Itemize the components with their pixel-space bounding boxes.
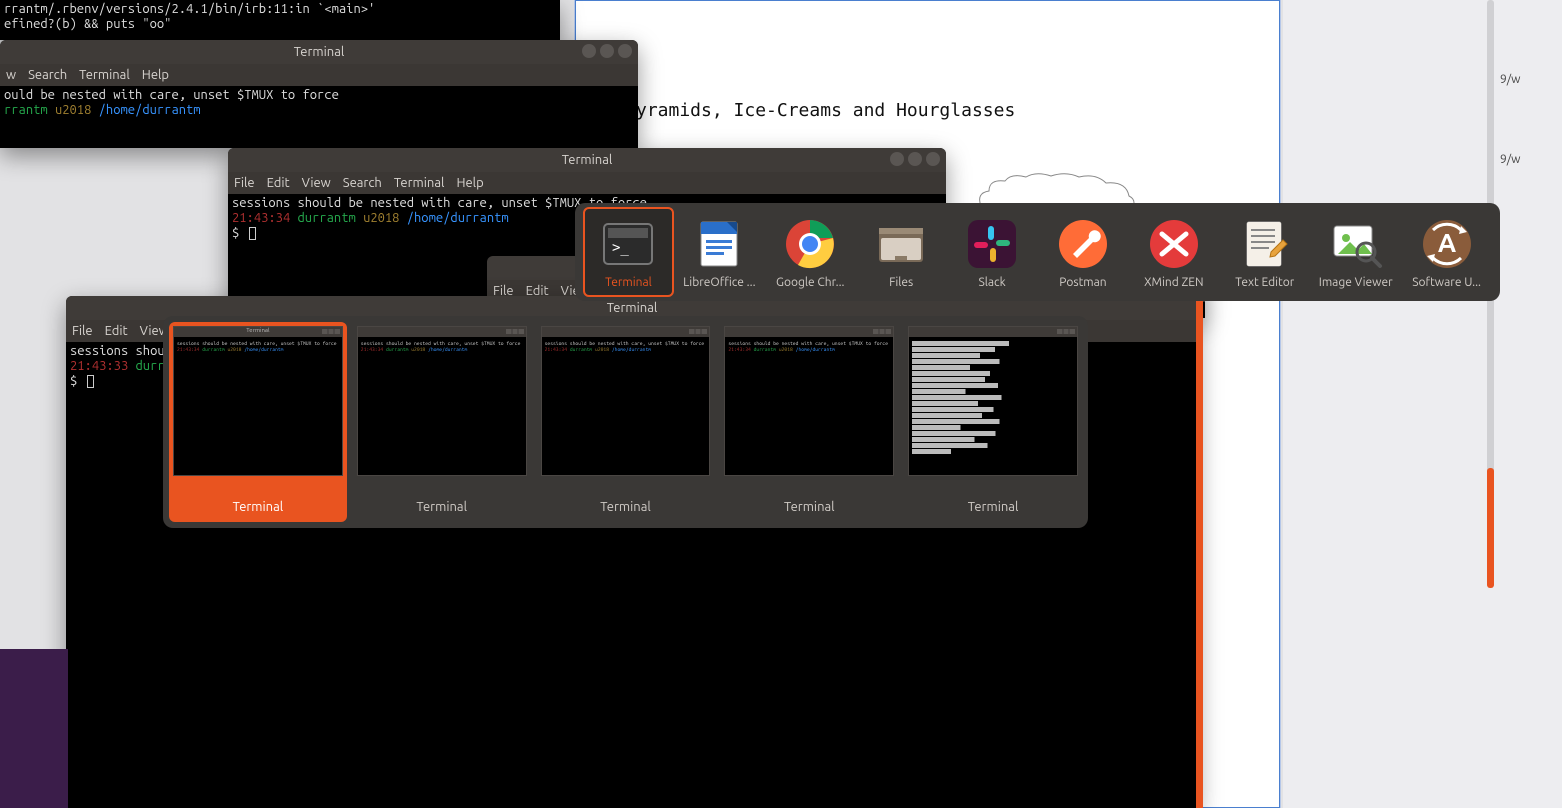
image-viewer-icon bbox=[1328, 216, 1384, 272]
text-editor-icon bbox=[1237, 216, 1293, 272]
menu-item[interactable]: File bbox=[234, 176, 255, 190]
menu-item[interactable]: Terminal bbox=[79, 68, 130, 82]
close-button[interactable] bbox=[618, 44, 632, 58]
window-title: Terminal bbox=[562, 153, 613, 167]
terminal-window-0[interactable]: rrantm/.rbenv/versions/2.4.1/bin/irb:11:… bbox=[0, 0, 560, 40]
app-item-files[interactable]: Files bbox=[856, 207, 947, 297]
menu-item[interactable]: w bbox=[6, 68, 16, 82]
terminal-line: rrantm u2018 /home/durrantm bbox=[4, 103, 634, 118]
app-label: LibreOffice ... bbox=[683, 276, 755, 289]
window-title: Terminal bbox=[294, 45, 345, 59]
right-panel bbox=[1283, 0, 1562, 808]
window-titlebar[interactable]: Terminal bbox=[228, 148, 946, 172]
window-thumb-label: Terminal bbox=[233, 500, 284, 518]
scrollbar-thumb[interactable] bbox=[1487, 468, 1494, 588]
menu-item[interactable]: Edit bbox=[267, 176, 290, 190]
menu-item[interactable]: Help bbox=[456, 176, 483, 190]
menu-item[interactable]: Search bbox=[343, 176, 382, 190]
window-thumb-2[interactable]: sessions should be nested with care, uns… bbox=[353, 322, 531, 522]
maximize-button[interactable] bbox=[600, 44, 614, 58]
app-label: Files bbox=[889, 276, 913, 289]
app-switcher[interactable]: >_ Terminal LibreOffice ... Google Chr..… bbox=[575, 203, 1500, 301]
app-item-libreoffice[interactable]: LibreOffice ... bbox=[674, 207, 765, 297]
terminal-line: rrantm/.rbenv/versions/2.4.1/bin/irb:11:… bbox=[4, 2, 556, 17]
window-previews[interactable]: Terminal sessions should be nested with … bbox=[163, 316, 1088, 528]
postman-icon bbox=[1055, 216, 1111, 272]
menu-item[interactable]: View bbox=[302, 176, 331, 190]
close-button[interactable] bbox=[926, 152, 940, 166]
app-label: Software U... bbox=[1412, 276, 1481, 289]
terminal-line: ould be nested with care, unset $TMUX to… bbox=[4, 88, 634, 103]
libreoffice-writer-icon bbox=[691, 216, 747, 272]
window-thumb-1[interactable]: Terminal sessions should be nested with … bbox=[169, 322, 347, 522]
window-thumb-5[interactable]: Terminal bbox=[904, 322, 1082, 522]
window-thumb-3[interactable]: sessions should be nested with care, uns… bbox=[537, 322, 715, 522]
app-label: Image Viewer bbox=[1319, 276, 1393, 289]
terminal-output: ould be nested with care, unset $TMUX to… bbox=[0, 86, 638, 120]
app-label: Postman bbox=[1059, 276, 1106, 289]
app-item-texteditor[interactable]: Text Editor bbox=[1219, 207, 1310, 297]
xmind-icon bbox=[1146, 216, 1202, 272]
window-titlebar[interactable]: Terminal bbox=[0, 40, 638, 64]
app-label: Slack bbox=[978, 276, 1005, 289]
menubar[interactable]: w Search Terminal Help bbox=[0, 64, 638, 86]
app-label: Text Editor bbox=[1235, 276, 1294, 289]
app-item-slack[interactable]: Slack bbox=[947, 207, 1038, 297]
menu-item[interactable]: Terminal bbox=[394, 176, 445, 190]
menubar[interactable]: File Edit View Search Terminal Help bbox=[228, 172, 946, 194]
app-item-chrome[interactable]: Google Chr... bbox=[765, 207, 856, 297]
desktop-corner bbox=[0, 649, 68, 808]
terminal-icon: >_ bbox=[600, 216, 656, 272]
app-item-imageviewer[interactable]: Image Viewer bbox=[1310, 207, 1401, 297]
menu-item[interactable]: File bbox=[72, 324, 93, 338]
menu-item[interactable]: Edit bbox=[105, 324, 128, 338]
window-edge-highlight bbox=[1196, 298, 1203, 808]
app-label: XMind ZEN bbox=[1144, 276, 1203, 289]
terminal-window-1[interactable]: Terminal w Search Terminal Help ould be … bbox=[0, 40, 638, 148]
window-title: Terminal bbox=[607, 301, 658, 315]
minimize-button[interactable] bbox=[582, 44, 596, 58]
right-label-1: 9/w bbox=[1500, 73, 1521, 86]
menu-item[interactable]: Search bbox=[28, 68, 67, 82]
software-updater-icon: A bbox=[1419, 216, 1475, 272]
window-thumb-label: Terminal bbox=[784, 500, 835, 518]
files-icon bbox=[873, 216, 929, 272]
app-label: Google Chr... bbox=[776, 276, 844, 289]
chrome-icon bbox=[782, 216, 838, 272]
svg-text:A: A bbox=[1437, 228, 1456, 257]
window-thumb-label: Terminal bbox=[416, 500, 467, 518]
app-item-postman[interactable]: Postman bbox=[1038, 207, 1129, 297]
window-thumb-4[interactable]: sessions should be nested with care, uns… bbox=[720, 322, 898, 522]
minimize-button[interactable] bbox=[890, 152, 904, 166]
window-thumb-label: Terminal bbox=[600, 500, 651, 518]
terminal-line: efined?(b) && puts "oo" bbox=[4, 17, 556, 32]
terminal-output: rrantm/.rbenv/versions/2.4.1/bin/irb:11:… bbox=[0, 0, 560, 34]
app-item-xmind[interactable]: XMind ZEN bbox=[1128, 207, 1219, 297]
app-label: Terminal bbox=[605, 276, 652, 289]
svg-text:>_: >_ bbox=[612, 240, 629, 256]
maximize-button[interactable] bbox=[908, 152, 922, 166]
menu-item[interactable]: Help bbox=[142, 68, 169, 82]
app-item-softwareupdater[interactable]: A Software U... bbox=[1401, 207, 1492, 297]
window-thumb-label: Terminal bbox=[968, 500, 1019, 518]
document-heading: yramids, Ice-Creams and Hourglasses bbox=[636, 100, 1015, 121]
slack-icon bbox=[964, 216, 1020, 272]
app-item-terminal[interactable]: >_ Terminal bbox=[583, 207, 674, 297]
right-label-2: 9/w bbox=[1500, 153, 1521, 166]
